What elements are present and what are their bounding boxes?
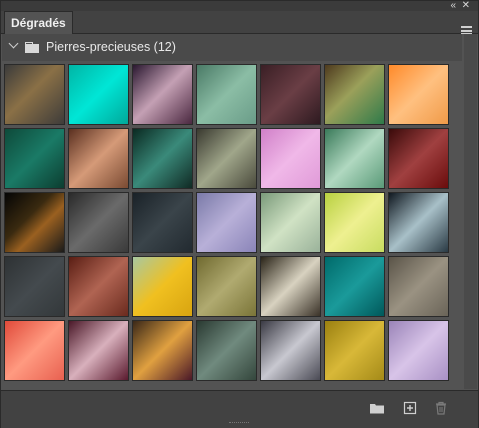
gradient-swatch[interactable] — [132, 128, 193, 189]
close-panel-icon[interactable]: ✕ — [462, 1, 470, 11]
panel-footer — [1, 390, 478, 428]
gradient-swatch[interactable] — [4, 64, 65, 125]
new-gradient-icon[interactable] — [402, 400, 418, 416]
scrollbar[interactable] — [464, 34, 477, 389]
gradient-swatch[interactable] — [324, 320, 385, 381]
gradient-swatch[interactable] — [260, 128, 321, 189]
gradient-swatch[interactable] — [388, 64, 449, 125]
chevron-down-icon[interactable] — [8, 38, 19, 49]
gradient-swatch[interactable] — [324, 192, 385, 253]
gradient-swatch[interactable] — [260, 192, 321, 253]
gradient-swatch[interactable] — [196, 128, 257, 189]
gradient-swatch[interactable] — [324, 256, 385, 317]
folder-icon — [25, 42, 39, 53]
gradient-group-header[interactable]: Pierres-precieuses (12) — [2, 34, 462, 61]
gradient-swatch[interactable] — [68, 128, 129, 189]
gradient-swatch[interactable] — [132, 256, 193, 317]
gradient-swatch[interactable] — [388, 128, 449, 189]
gradient-swatch[interactable] — [132, 64, 193, 125]
tab-gradients[interactable]: Dégradés — [4, 11, 73, 35]
collapse-panel-icon[interactable]: « — [450, 1, 455, 11]
group-label: Pierres-precieuses (12) — [46, 40, 176, 54]
gradient-swatch[interactable] — [260, 320, 321, 381]
gradient-swatch[interactable] — [196, 64, 257, 125]
trash-icon[interactable] — [433, 400, 449, 416]
gradient-swatch[interactable] — [196, 320, 257, 381]
gradient-swatch[interactable] — [68, 64, 129, 125]
gradient-swatch[interactable] — [68, 192, 129, 253]
gradient-swatch[interactable] — [68, 256, 129, 317]
new-group-folder-icon[interactable] — [369, 400, 385, 416]
gradient-swatch[interactable] — [132, 320, 193, 381]
gradient-swatch[interactable] — [196, 256, 257, 317]
gradient-swatch[interactable] — [4, 256, 65, 317]
gradients-panel: « ✕ Dégradés Pierres-precieuses (12) — [0, 0, 479, 428]
gradient-swatch[interactable] — [388, 192, 449, 253]
gradient-swatch[interactable] — [132, 192, 193, 253]
gradient-swatch[interactable] — [388, 256, 449, 317]
gradient-swatch[interactable] — [4, 320, 65, 381]
gradient-swatch[interactable] — [196, 192, 257, 253]
gradient-swatch[interactable] — [260, 64, 321, 125]
gradient-swatch[interactable] — [388, 320, 449, 381]
gradient-swatch[interactable] — [324, 128, 385, 189]
gradient-list: Pierres-precieuses (12) — [2, 34, 464, 389]
panel-top-strip: « ✕ — [1, 1, 478, 11]
gradient-swatch[interactable] — [4, 192, 65, 253]
gradient-swatch[interactable] — [4, 128, 65, 189]
resize-grip[interactable] — [229, 422, 249, 425]
gradient-swatch[interactable] — [324, 64, 385, 125]
gradient-swatch[interactable] — [260, 256, 321, 317]
gradient-swatch[interactable] — [68, 320, 129, 381]
